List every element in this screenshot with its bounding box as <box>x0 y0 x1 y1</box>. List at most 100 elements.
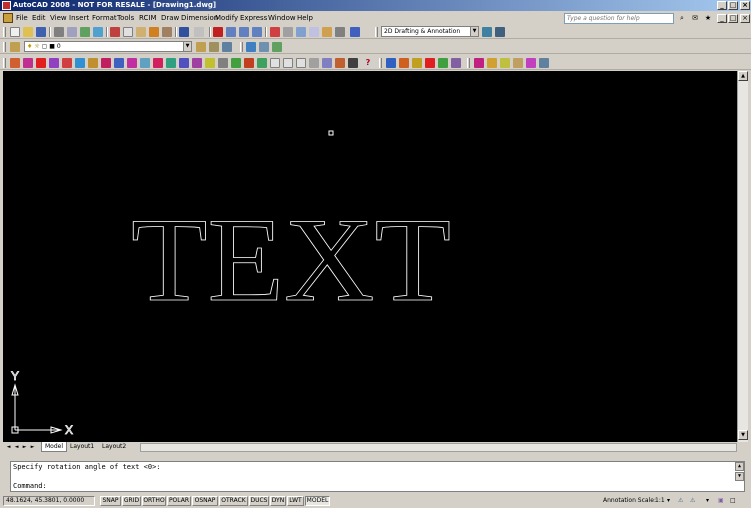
doc-restore-button[interactable]: □ <box>728 14 738 23</box>
my-workspace-icon[interactable] <box>495 27 505 37</box>
tab-layout1[interactable]: Layout1 <box>67 442 97 452</box>
cut-icon[interactable] <box>110 27 120 37</box>
coordinate-readout[interactable]: 48.1624, 45.3801, 0.0000 <box>3 496 95 506</box>
menu-tools[interactable]: Tools <box>117 14 134 23</box>
layer-unisolate-icon[interactable] <box>259 42 269 52</box>
save-icon[interactable] <box>36 27 46 37</box>
workspace-settings-icon[interactable] <box>482 27 492 37</box>
toolbar-grip[interactable] <box>379 58 382 68</box>
match-properties-icon[interactable] <box>149 27 159 37</box>
command-prompt[interactable]: Command: <box>13 482 47 491</box>
express-tool-21-icon[interactable] <box>270 58 280 68</box>
close-button[interactable]: × <box>740 1 750 10</box>
document-icon[interactable] <box>3 13 13 23</box>
last-tab-icon[interactable]: ► <box>29 443 36 451</box>
calculator-icon[interactable] <box>335 27 345 37</box>
snap-toggle[interactable]: SNAP <box>100 496 121 506</box>
express-tool-35-icon[interactable] <box>487 58 497 68</box>
drawing-canvas[interactable]: TEXT X Y <box>3 71 737 442</box>
autocad-app-icon[interactable] <box>2 1 11 10</box>
command-scroll-up-icon[interactable]: ▲ <box>735 462 744 471</box>
minimize-button[interactable]: _ <box>717 1 727 10</box>
chevron-down-icon[interactable]: ▾ <box>667 496 670 506</box>
scroll-up-icon[interactable]: ▲ <box>738 71 748 81</box>
clean-screen-icon[interactable]: □ <box>730 496 736 506</box>
help-icon[interactable] <box>350 27 360 37</box>
express-tool-14-icon[interactable] <box>179 58 189 68</box>
express-tool-17-icon[interactable] <box>218 58 228 68</box>
menu-rcim[interactable]: RCIM <box>139 14 157 23</box>
express-tool-3-icon[interactable] <box>36 58 46 68</box>
ortho-toggle[interactable]: ORTHO <box>142 496 166 506</box>
prev-tab-icon[interactable]: ◄ <box>13 443 20 451</box>
express-tool-37-icon[interactable] <box>513 58 523 68</box>
express-tool-36-icon[interactable] <box>500 58 510 68</box>
tab-layout2[interactable]: Layout2 <box>99 442 129 452</box>
dyn-toggle[interactable]: DYN <box>270 496 286 506</box>
menu-help[interactable]: Help <box>297 14 313 23</box>
auto-scale-icon[interactable]: ⚠ <box>690 496 695 506</box>
markup-icon[interactable] <box>322 27 332 37</box>
zoom-previous-icon[interactable] <box>252 27 262 37</box>
express-tool-2-icon[interactable] <box>23 58 33 68</box>
doc-minimize-button[interactable]: _ <box>717 14 727 23</box>
menu-draw[interactable]: Draw <box>161 14 179 23</box>
model-toggle[interactable]: MODEL <box>305 496 330 506</box>
communication-center-icon[interactable]: ✉ <box>690 13 700 23</box>
menu-view[interactable]: View <box>50 14 67 23</box>
plot-preview-icon[interactable] <box>67 27 77 37</box>
express-tool-23-icon[interactable] <box>296 58 306 68</box>
layer-select[interactable]: ♦ ☼ ▢ ■ 0 ▼ <box>24 41 192 52</box>
menu-insert[interactable]: Insert <box>69 14 89 23</box>
publish-icon[interactable] <box>80 27 90 37</box>
3d-dwf-icon[interactable] <box>93 27 103 37</box>
express-tool-29-icon[interactable] <box>399 58 409 68</box>
otrack-toggle[interactable]: OTRACK <box>219 496 248 506</box>
tab-model[interactable]: Model <box>41 442 68 452</box>
make-object-layer-current-icon[interactable] <box>196 42 206 52</box>
toolbar-grip[interactable] <box>3 27 6 37</box>
menu-modify[interactable]: Modify <box>215 14 238 23</box>
chevron-down-icon[interactable]: ▼ <box>183 42 191 51</box>
express-tool-7-icon[interactable] <box>88 58 98 68</box>
toolbar-grip[interactable] <box>240 42 243 52</box>
ducs-toggle[interactable]: DUCS <box>249 496 269 506</box>
express-tool-12-icon[interactable] <box>153 58 163 68</box>
express-tool-19-icon[interactable] <box>244 58 254 68</box>
express-tool-34-icon[interactable] <box>474 58 484 68</box>
toolbar-grip[interactable] <box>467 58 470 68</box>
express-tool-6-icon[interactable] <box>75 58 85 68</box>
command-scroll-down-icon[interactable]: ▼ <box>735 472 744 481</box>
layer-previous-icon[interactable] <box>209 42 219 52</box>
sheet-set-icon[interactable] <box>309 27 319 37</box>
express-tool-32-icon[interactable] <box>438 58 448 68</box>
menu-window[interactable]: Window <box>268 14 296 23</box>
express-tool-4-icon[interactable] <box>49 58 59 68</box>
annotation-scale-value[interactable]: 1:1 <box>655 496 665 506</box>
express-tool-9-icon[interactable] <box>114 58 124 68</box>
express-tool-31-icon[interactable] <box>425 58 435 68</box>
express-tool-10-icon[interactable] <box>127 58 137 68</box>
polar-toggle[interactable]: POLAR <box>167 496 191 506</box>
help-search-input[interactable] <box>564 13 674 24</box>
status-menu-icon[interactable]: ▾ <box>706 496 709 506</box>
new-icon[interactable] <box>10 27 20 37</box>
workspace-select[interactable]: 2D Drafting & Annotation ▼ <box>381 26 479 37</box>
scroll-down-icon[interactable]: ▼ <box>738 430 748 440</box>
search-icon[interactable]: ⌕ <box>677 13 687 23</box>
express-tool-16-icon[interactable] <box>205 58 215 68</box>
menu-edit[interactable]: Edit <box>32 14 46 23</box>
chevron-down-icon[interactable]: ▼ <box>470 27 478 36</box>
next-tab-icon[interactable]: ► <box>21 443 28 451</box>
toolbar-grip[interactable] <box>375 27 378 37</box>
horizontal-scrollbar[interactable] <box>140 443 737 452</box>
express-tool-8-icon[interactable] <box>101 58 111 68</box>
open-icon[interactable] <box>23 27 33 37</box>
express-tool-38-icon[interactable] <box>526 58 536 68</box>
block-editor-icon[interactable] <box>162 27 172 37</box>
layer-isolate-icon[interactable] <box>246 42 256 52</box>
menu-express[interactable]: Express <box>240 14 267 23</box>
layer-states-icon[interactable] <box>222 42 232 52</box>
express-tool-30-icon[interactable] <box>412 58 422 68</box>
paste-icon[interactable] <box>136 27 146 37</box>
